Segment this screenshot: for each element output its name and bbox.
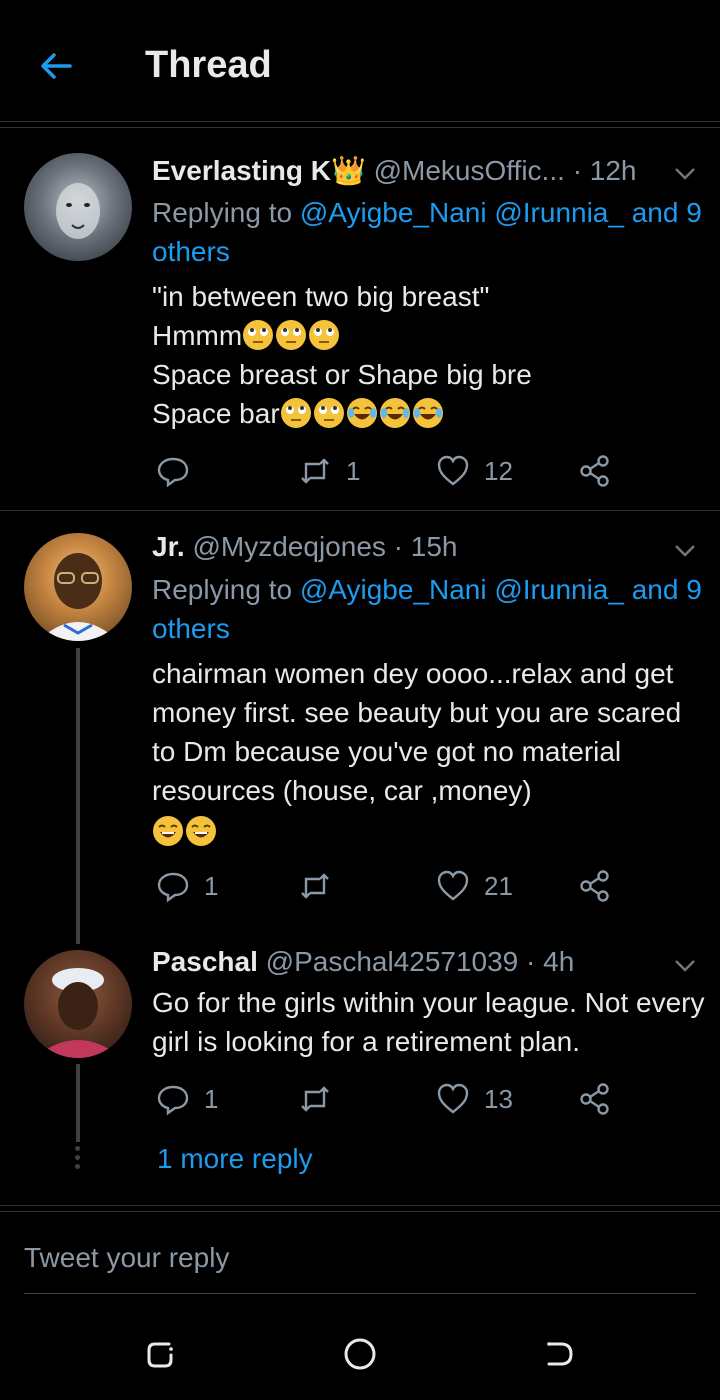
reply-action[interactable]: 1	[156, 1079, 218, 1119]
back-nav-icon[interactable]	[541, 1336, 577, 1372]
tweet-actions: 1 13	[152, 1079, 632, 1119]
handle: @Paschal42571039	[265, 946, 519, 977]
heart-icon	[437, 455, 469, 486]
eye-roll-emoji-icon	[243, 320, 274, 350]
tweet-line: Space breast or Shape big bre	[152, 359, 532, 390]
tweet-text: chairman women dey oooo...relax and get …	[152, 654, 707, 851]
divider	[0, 1205, 720, 1206]
page-title: Thread	[145, 44, 272, 86]
share-action[interactable]	[578, 866, 612, 906]
eye-roll-emoji-icon	[276, 320, 307, 350]
like-count: 12	[484, 455, 513, 486]
share-action[interactable]	[578, 1079, 612, 1119]
reply-count: 1	[204, 870, 219, 901]
heart-icon	[437, 1083, 469, 1114]
laughing-tears-emoji-icon	[412, 398, 443, 428]
handle: @Myzdeqjones	[192, 531, 386, 562]
tweet-text: Go for the girls within your league. Not…	[152, 987, 705, 1057]
tweet-actions: 1 12	[152, 451, 632, 491]
grinning-emoji-icon	[153, 816, 183, 846]
reply-action[interactable]: 1	[156, 866, 218, 906]
eye-roll-emoji-icon	[313, 398, 344, 428]
home-icon[interactable]	[342, 1336, 378, 1372]
tweet-line: "in between two big breast"	[152, 281, 490, 312]
more-replies-link[interactable]: 1 more reply	[157, 1143, 313, 1175]
tweet-header: Everlasting K👑 @MekusOffic... · 12h	[152, 154, 637, 187]
avatar[interactable]	[24, 950, 132, 1058]
profile-photo	[38, 553, 118, 641]
like-count: 21	[484, 870, 513, 901]
profile-photo	[34, 968, 122, 1058]
thread-line	[76, 648, 80, 944]
retweet-count: 1	[346, 455, 361, 486]
retweet-action[interactable]	[298, 866, 346, 906]
timestamp: · 12h	[572, 155, 637, 186]
chevron-down-icon[interactable]	[672, 537, 698, 563]
chevron-down-icon[interactable]	[672, 952, 698, 978]
display-name[interactable]: Paschal	[152, 946, 258, 977]
display-name[interactable]: Everlasting K👑	[152, 155, 366, 186]
replying-to: Replying to @Ayigbe_Nani @Irunnia_ and 9…	[152, 570, 702, 648]
divider	[0, 121, 720, 122]
avatar[interactable]	[24, 153, 132, 261]
tweet-header: Paschal @Paschal42571039 · 4h	[152, 946, 574, 978]
retweet-icon	[301, 873, 329, 899]
reply-icon	[157, 1085, 189, 1116]
tweet-header: Jr. @Myzdeqjones · 15h	[152, 531, 458, 563]
emoji-row	[152, 812, 707, 851]
app-header: Thread	[0, 0, 720, 124]
reply-icon	[157, 457, 189, 488]
recent-apps-icon[interactable]	[143, 1336, 179, 1372]
divider	[0, 1211, 720, 1212]
replying-to-label: Replying to	[152, 574, 293, 605]
share-action[interactable]	[578, 451, 612, 491]
share-icon	[580, 870, 609, 902]
thread-dots	[75, 1146, 81, 1173]
chevron-down-icon[interactable]	[672, 160, 698, 186]
retweet-action[interactable]	[298, 1079, 346, 1119]
eye-roll-emoji-icon	[309, 320, 340, 350]
tweet-text: "in between two big breast" Hmmm Space b…	[152, 277, 707, 433]
thread-line	[76, 1064, 80, 1142]
replying-to: Replying to @Ayigbe_Nani @Irunnia_ and 9…	[152, 193, 702, 271]
tweet-actions: 1 21	[152, 866, 632, 906]
reply-action[interactable]	[156, 451, 204, 491]
reply-input[interactable]: Tweet your reply	[24, 1242, 229, 1274]
tweet-line-with-emoji: Hmmm	[152, 316, 707, 355]
like-action[interactable]: 21	[436, 866, 513, 906]
handle: @MekusOffic...	[373, 155, 565, 186]
lion-image	[56, 183, 100, 239]
divider	[0, 127, 720, 128]
timestamp: · 15h	[393, 531, 458, 562]
reply-count: 1	[204, 1083, 219, 1114]
divider	[0, 510, 720, 511]
timestamp: · 4h	[526, 946, 575, 977]
like-action[interactable]: 13	[436, 1079, 513, 1119]
tweet-line-with-emoji: Space bar	[152, 394, 707, 433]
laughing-tears-emoji-icon	[346, 398, 377, 428]
replying-to-label: Replying to	[152, 197, 293, 228]
back-arrow-icon[interactable]	[36, 46, 76, 86]
laughing-tears-emoji-icon	[379, 398, 410, 428]
retweet-action[interactable]: 1	[298, 451, 360, 491]
share-icon	[580, 1083, 609, 1115]
retweet-icon	[301, 1086, 329, 1112]
reply-icon	[157, 872, 189, 903]
eye-roll-emoji-icon	[280, 398, 311, 428]
system-nav-bar	[0, 1306, 720, 1400]
grinning-emoji-icon	[186, 816, 216, 846]
avatar[interactable]	[24, 533, 132, 641]
retweet-icon	[301, 458, 329, 484]
display-name[interactable]: Jr.	[152, 531, 185, 562]
heart-icon	[437, 870, 469, 901]
like-count: 13	[484, 1083, 513, 1114]
like-action[interactable]: 12	[436, 451, 513, 491]
reply-input-underline	[24, 1293, 696, 1294]
share-icon	[580, 455, 609, 487]
